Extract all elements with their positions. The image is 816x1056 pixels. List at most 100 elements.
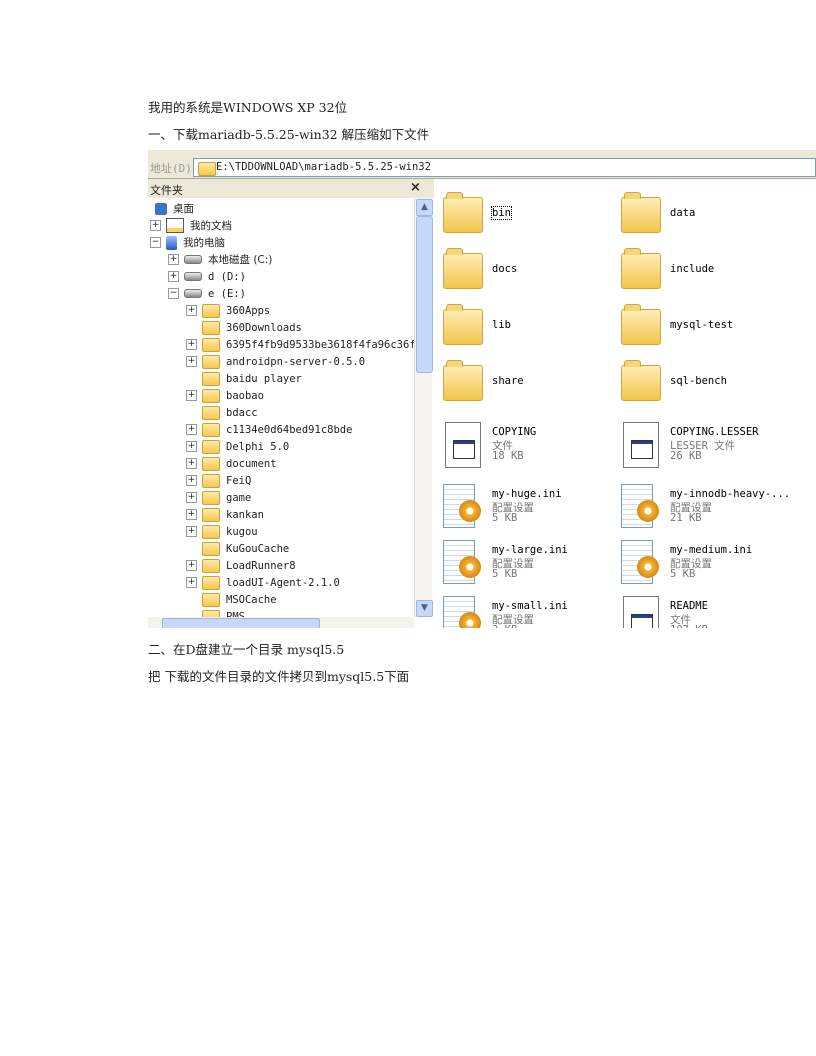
folder-item[interactable]: include xyxy=(613,248,793,299)
tree-item[interactable]: +360Apps xyxy=(186,302,270,319)
tree-item-label: document xyxy=(226,457,277,470)
folder-icon xyxy=(202,575,220,590)
file-item[interactable]: COPYING.LESSER LESSER 文件 26 KB xyxy=(613,422,793,472)
folders-pane-header: 文件夹 × xyxy=(148,179,434,198)
scroll-down-button[interactable]: ▼ xyxy=(416,600,433,617)
tree-item[interactable]: bdacc xyxy=(186,404,258,421)
tree-item-label: e (E:) xyxy=(208,287,246,300)
file-item[interactable]: my-medium.ini 配置设置 5 KB xyxy=(613,540,793,590)
tree-item[interactable]: 桌面 xyxy=(150,200,194,217)
tree-item-label: 桌面 xyxy=(173,203,194,215)
expand-icon[interactable]: + xyxy=(186,356,197,367)
file-name: docs xyxy=(492,263,518,275)
expand-icon[interactable]: + xyxy=(186,424,197,435)
expand-icon[interactable]: + xyxy=(186,475,197,486)
folder-item[interactable]: bin xyxy=(435,192,615,243)
folder-icon xyxy=(202,490,220,505)
expand-icon[interactable]: + xyxy=(186,390,197,401)
folder-icon xyxy=(621,360,661,401)
folder-item[interactable]: docs xyxy=(435,248,615,299)
scroll-thumb[interactable] xyxy=(416,216,433,373)
expand-icon[interactable]: + xyxy=(186,339,197,350)
tree-item[interactable]: + 我的文档 xyxy=(150,217,232,234)
folder-item[interactable]: data xyxy=(613,192,793,243)
horizontal-scroll-thumb[interactable] xyxy=(162,618,320,628)
expand-icon[interactable]: + xyxy=(186,441,197,452)
tree-item[interactable]: + Delphi 5.0 xyxy=(186,438,289,455)
file-item[interactable]: my-huge.ini 配置设置 5 KB xyxy=(435,484,615,534)
folder-item[interactable]: sql-bench xyxy=(613,360,793,411)
tree-item-label: baidu player xyxy=(226,372,302,385)
file-list: bin data docs include lib mysql-test share sql-… xyxy=(435,179,816,628)
tree-item[interactable]: + kankan xyxy=(186,506,264,523)
tree-item[interactable]: +6395f4fb9d9533be3618f4fa96c36fc2 xyxy=(186,336,414,353)
tree-item[interactable]: + document xyxy=(186,455,277,472)
folder-icon xyxy=(198,162,216,176)
folder-item[interactable]: mysql-test xyxy=(613,304,793,355)
file-name: my-medium.ini xyxy=(670,544,753,556)
collapse-icon[interactable]: − xyxy=(168,288,179,299)
file-name: my-small.ini xyxy=(492,600,568,612)
tree-item[interactable]: + c1134e0d64bed91c8bde xyxy=(186,421,352,438)
expand-icon[interactable]: + xyxy=(168,271,179,282)
expand-icon[interactable]: + xyxy=(186,305,197,316)
scroll-up-button[interactable]: ▲ xyxy=(416,199,433,216)
tree-item[interactable]: KuGouCache xyxy=(186,540,289,557)
tree-item-label: 360Apps xyxy=(226,304,271,317)
file-name: lib xyxy=(492,319,511,331)
file-item[interactable]: COPYING 文件 18 KB xyxy=(435,422,615,472)
expand-icon[interactable]: + xyxy=(186,458,197,469)
folder-icon xyxy=(202,439,220,454)
tree-item[interactable]: + loadUI-Agent-2.1.0 xyxy=(186,574,340,591)
expand-icon[interactable]: + xyxy=(186,526,197,537)
collapse-icon[interactable]: − xyxy=(150,237,161,248)
tree-item[interactable]: + d (D:) xyxy=(168,268,246,285)
expand-icon[interactable]: + xyxy=(186,509,197,520)
tree-item[interactable]: + baobao xyxy=(186,387,264,404)
address-input[interactable]: E:\TDDOWNLOAD\mariadb-5.5.25-win32 xyxy=(193,158,816,177)
tree-item[interactable]: + kugou xyxy=(186,523,258,540)
expand-icon[interactable]: + xyxy=(186,492,197,503)
vertical-scrollbar[interactable]: ▲ ▼ xyxy=(414,198,433,617)
expand-icon[interactable]: + xyxy=(186,560,197,571)
file-name: mysql-test xyxy=(670,319,734,331)
tree-item[interactable]: + androidpn-server-0.5.0 xyxy=(186,353,365,370)
file-name: my-large.ini xyxy=(492,544,568,556)
document-page: 我用的系统是WINDOWS XP 32位 一、下载mariadb-5.5.25-… xyxy=(0,0,816,1056)
tree-item-label: d (D:) xyxy=(208,270,246,283)
folder-item[interactable]: lib xyxy=(435,304,615,355)
expand-icon[interactable]: + xyxy=(186,577,197,588)
file-size: 5 KB xyxy=(670,568,696,580)
tree-item-label: 6395f4fb9d9533be3618f4fa96c36fc2 xyxy=(226,338,414,351)
tree-item[interactable]: + 本地磁盘 (C:) xyxy=(168,251,272,268)
expand-icon[interactable]: + xyxy=(150,220,161,231)
file-item[interactable]: my-innodb-heavy-... 配置设置 21 KB xyxy=(613,484,793,534)
paragraph-step1: 一、下载mariadb-5.5.25-win32 解压缩如下文件 xyxy=(148,127,430,142)
tree-item[interactable]: + LoadRunner8 xyxy=(186,557,296,574)
horizontal-scrollbar[interactable] xyxy=(148,617,414,628)
tree-item[interactable]: − 我的电脑 xyxy=(150,234,225,251)
folder-icon xyxy=(443,360,483,401)
desktop-icon xyxy=(155,202,167,215)
close-icon[interactable]: × xyxy=(410,180,421,195)
file-item[interactable]: my-small.ini配置设置3 KB xyxy=(435,596,615,628)
drive-icon xyxy=(184,255,202,264)
file-name: data xyxy=(670,207,696,219)
expand-icon[interactable]: + xyxy=(168,254,179,265)
tree-item-label: 我的电脑 xyxy=(183,237,225,249)
tree-item[interactable]: + game xyxy=(186,489,251,506)
folder-icon xyxy=(202,541,220,556)
paragraph-step2: 二、在D盘建立一个目录 mysql5.5 xyxy=(148,642,345,657)
folder-icon xyxy=(202,422,220,437)
file-item[interactable]: my-large.ini 配置设置 5 KB xyxy=(435,540,615,590)
tree-item[interactable]: PMS xyxy=(186,608,245,617)
file-item[interactable]: README文件107 KB xyxy=(613,596,793,628)
folder-item[interactable]: share xyxy=(435,360,615,411)
folders-title: 文件夹 xyxy=(150,184,183,197)
tree-item[interactable]: baidu player xyxy=(186,370,302,387)
tree-item[interactable]: + FeiQ xyxy=(186,472,251,489)
file-size: 5 KB xyxy=(492,568,518,580)
tree-item[interactable]: MSOCache xyxy=(186,591,277,608)
tree-item[interactable]: − e (E:) xyxy=(168,285,246,302)
tree-item[interactable]: 360Downloads xyxy=(186,319,302,336)
